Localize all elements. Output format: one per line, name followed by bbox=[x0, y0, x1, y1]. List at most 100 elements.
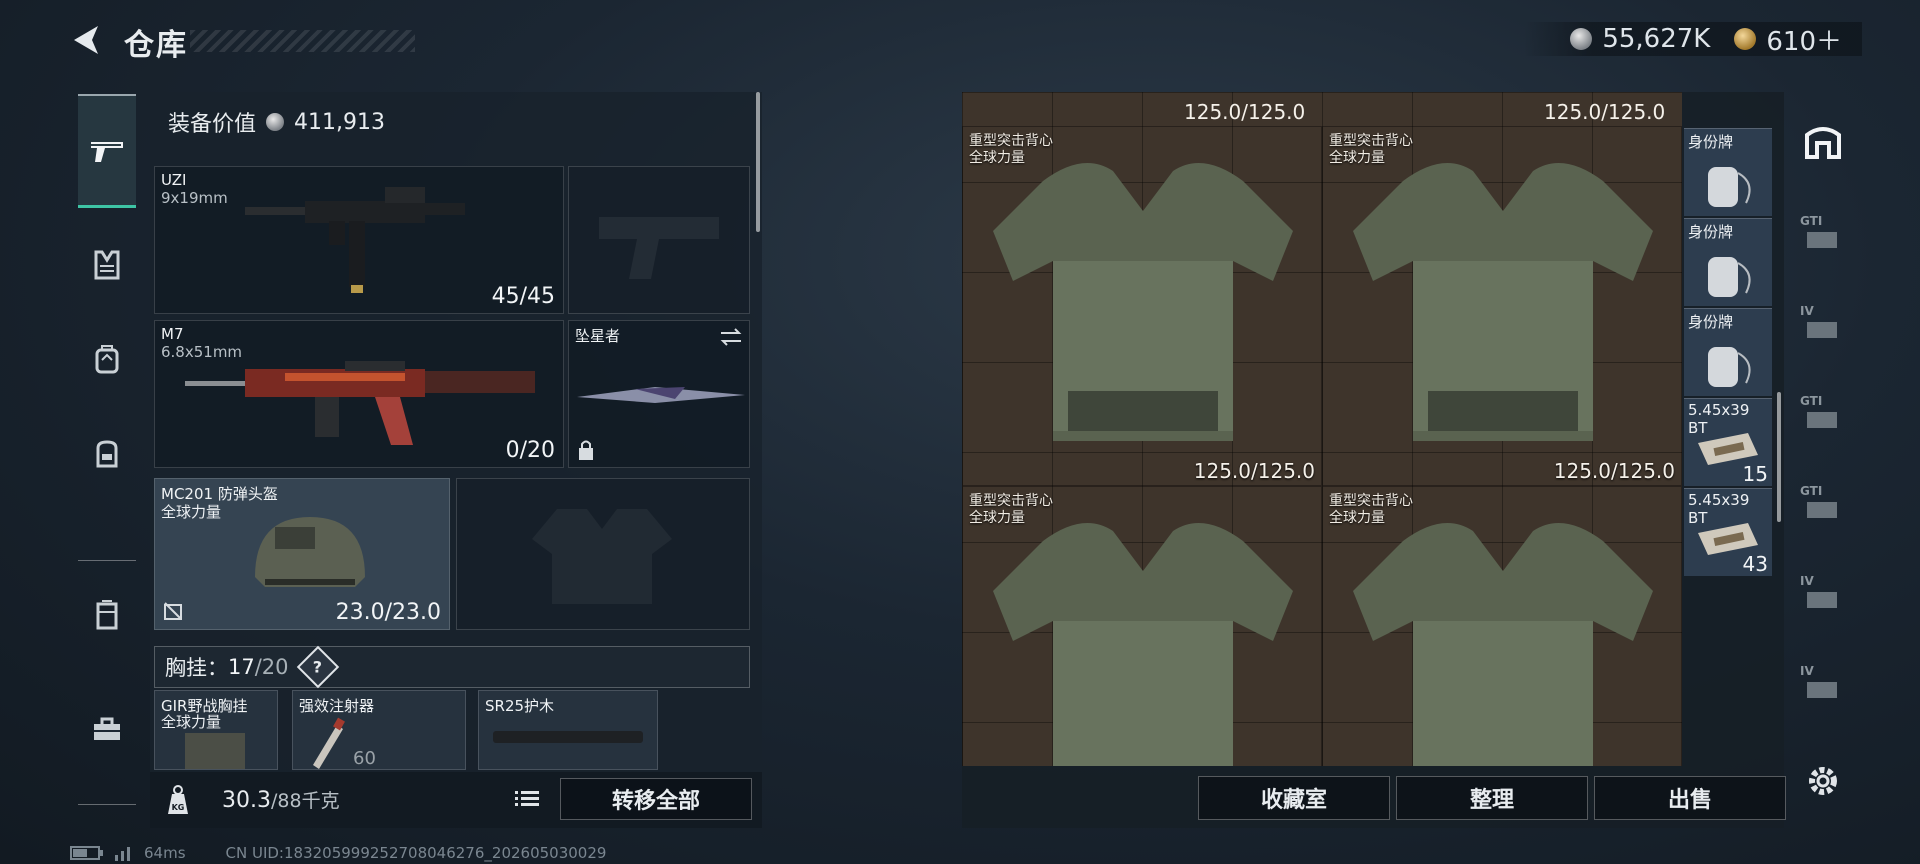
player-uid: CN UID:18320599925270804627​6_2026050300… bbox=[225, 844, 607, 862]
ammo-count: 43 bbox=[1742, 552, 1768, 576]
dog-tag-icon bbox=[1708, 347, 1751, 387]
left-nav bbox=[70, 86, 144, 806]
stash-scrollbar[interactable] bbox=[1777, 392, 1781, 522]
nav-armor[interactable] bbox=[78, 236, 136, 294]
page-title: 仓库 bbox=[124, 28, 188, 63]
side-item-name: 身份牌 bbox=[1688, 223, 1734, 241]
nav-backpack[interactable] bbox=[78, 330, 136, 388]
dog-tag-item[interactable]: 身份牌 bbox=[1684, 218, 1772, 306]
currency-display: 55,627K 610＋ bbox=[1524, 21, 1862, 58]
stash-page-tab[interactable]: GTI bbox=[1798, 212, 1848, 262]
help-button[interactable]: ? bbox=[296, 645, 339, 689]
weight-current: 30.3 bbox=[222, 788, 271, 813]
weapon-ammo: 45/45 bbox=[491, 284, 555, 309]
right-nav: GTI IV GTI GTI IV IV bbox=[1792, 92, 1852, 812]
armor-placeholder-icon bbox=[532, 509, 672, 604]
organize-button[interactable]: 整理 bbox=[1396, 776, 1588, 820]
rig-item-slot[interactable]: 强效注射器 60 bbox=[292, 690, 466, 770]
gold-currency-value[interactable]: 610＋ bbox=[1766, 21, 1842, 58]
swap-icon[interactable] bbox=[719, 327, 743, 347]
equipment-value-amount: 411,913 bbox=[294, 109, 385, 135]
weapon-caliber: 9x19mm bbox=[161, 189, 228, 207]
m7-rifle-image bbox=[185, 361, 535, 445]
weapon-name: M7 bbox=[161, 325, 184, 343]
help-icon: ? bbox=[312, 657, 323, 677]
equipment-scrollbar[interactable] bbox=[756, 92, 760, 232]
tab-label: IV bbox=[1800, 304, 1814, 318]
rig-item-slot[interactable]: GIR野战胸挂 全球力量 bbox=[154, 690, 278, 770]
dog-tag-item[interactable]: 身份牌 bbox=[1684, 308, 1772, 396]
stash-page-tab[interactable]: IV bbox=[1798, 302, 1848, 352]
vest-item[interactable]: 重型突击背心 全球力量 125.0/125.0 bbox=[1322, 126, 1682, 486]
chest-rig-bar: 胸挂： 17 /20 ? bbox=[154, 645, 750, 689]
stash-page-tab[interactable]: IV bbox=[1798, 662, 1848, 712]
pistol-placeholder-icon bbox=[599, 217, 719, 279]
nav-bag[interactable] bbox=[78, 424, 136, 482]
stash-page-tab[interactable]: GTI bbox=[1798, 482, 1848, 532]
handguard-image bbox=[493, 731, 643, 743]
nav-toolbox[interactable] bbox=[78, 700, 136, 758]
helmet-slot[interactable]: MC201 防弹头盔 全球力量 23.0/23.0 bbox=[154, 478, 450, 630]
armor-slot-empty[interactable] bbox=[456, 478, 750, 630]
melee-slot[interactable]: 坠星者 bbox=[568, 320, 750, 468]
weapon-name: UZI bbox=[161, 171, 187, 189]
rig-item-name: SR25护木 bbox=[485, 697, 555, 715]
silver-coin-icon bbox=[1570, 28, 1593, 50]
settings-button[interactable] bbox=[1798, 756, 1848, 806]
stash-grid: 125.0/125.0 125.0/125.0 重型突击背心 全球力量 125.0… bbox=[962, 92, 1682, 766]
collection-button[interactable]: 收藏室 bbox=[1198, 776, 1390, 820]
battery-icon bbox=[70, 846, 103, 860]
dog-tag-item[interactable]: 身份牌 bbox=[1684, 128, 1772, 216]
stash-actions: 收藏室 整理 出售 bbox=[962, 774, 1786, 828]
ammo-box-item[interactable]: 5.45x39 BT 43 bbox=[1684, 488, 1772, 576]
stash-panel: 125.0/125.0 125.0/125.0 重型突击背心 全球力量 125.0… bbox=[962, 92, 1786, 828]
knife-image bbox=[577, 387, 745, 403]
gold-coin-icon bbox=[1734, 28, 1757, 50]
vest-item[interactable]: 重型突击背心 全球力量 bbox=[962, 486, 1322, 766]
back-button[interactable] bbox=[68, 20, 108, 60]
equipment-panel: 装备价值 411,913 UZI 9x19mm 45/45 M7 6.8x51m… bbox=[150, 92, 762, 828]
stash-page-tab[interactable]: GTI bbox=[1798, 392, 1848, 442]
backpack-icon bbox=[95, 345, 119, 374]
signal-icon bbox=[115, 847, 130, 861]
transfer-all-button[interactable]: 转移全部 bbox=[560, 778, 752, 820]
weight-display: 30.3/88千克 bbox=[222, 786, 340, 813]
tab-label: GTI bbox=[1800, 484, 1823, 498]
pistol-slot-empty[interactable] bbox=[568, 166, 750, 314]
toolbox-icon bbox=[94, 717, 120, 740]
nav-weapons[interactable] bbox=[78, 94, 136, 208]
silver-currency-value: 55,627K bbox=[1602, 24, 1711, 54]
weight-icon: KG bbox=[168, 785, 188, 814]
ping-value: 64ms bbox=[144, 844, 186, 862]
helmet-brand: 全球力量 bbox=[161, 503, 222, 521]
vest-item[interactable]: 重型突击背心 全球力量 bbox=[1322, 486, 1682, 766]
weapon-ammo: 0/20 bbox=[505, 438, 555, 463]
stash-page-tab[interactable]: IV bbox=[1798, 572, 1848, 622]
lock-icon bbox=[579, 440, 593, 460]
nav-case[interactable] bbox=[78, 586, 136, 644]
no-insurance-icon bbox=[164, 602, 182, 620]
silver-coin-icon bbox=[266, 113, 285, 131]
item-durability: 125.0/125.0 bbox=[1544, 100, 1666, 124]
side-item-name: 身份牌 bbox=[1688, 133, 1734, 151]
chest-rig-current: 17 bbox=[228, 655, 255, 679]
tab-label: IV bbox=[1800, 574, 1814, 588]
pistol-icon bbox=[91, 141, 123, 162]
sell-button[interactable]: 出售 bbox=[1594, 776, 1786, 820]
primary-weapon-slot[interactable]: UZI 9x19mm 45/45 bbox=[154, 166, 564, 314]
chest-rig-max: /20 bbox=[254, 655, 289, 679]
tab-label: IV bbox=[1800, 664, 1814, 678]
rig-item-slot[interactable]: SR25护木 bbox=[478, 690, 658, 770]
weight-max: /88千克 bbox=[270, 790, 340, 812]
ammo-box-item[interactable]: 5.45x39 BT 15 bbox=[1684, 398, 1772, 486]
vest-item[interactable]: 重型突击背心 全球力量 125.0/125.0 bbox=[962, 126, 1322, 486]
tab-label: GTI bbox=[1800, 214, 1823, 228]
vest-image bbox=[993, 163, 1293, 441]
list-view-button[interactable] bbox=[512, 784, 542, 814]
dog-tag-icon bbox=[1708, 257, 1751, 297]
equipment-value-label: 装备价值 bbox=[168, 112, 257, 137]
gear-icon bbox=[1809, 767, 1837, 795]
stash-tab[interactable] bbox=[1798, 116, 1848, 166]
equipment-value: 装备价值 411,913 bbox=[168, 106, 385, 138]
secondary-weapon-slot[interactable]: M7 6.8x51mm 0/20 bbox=[154, 320, 564, 468]
